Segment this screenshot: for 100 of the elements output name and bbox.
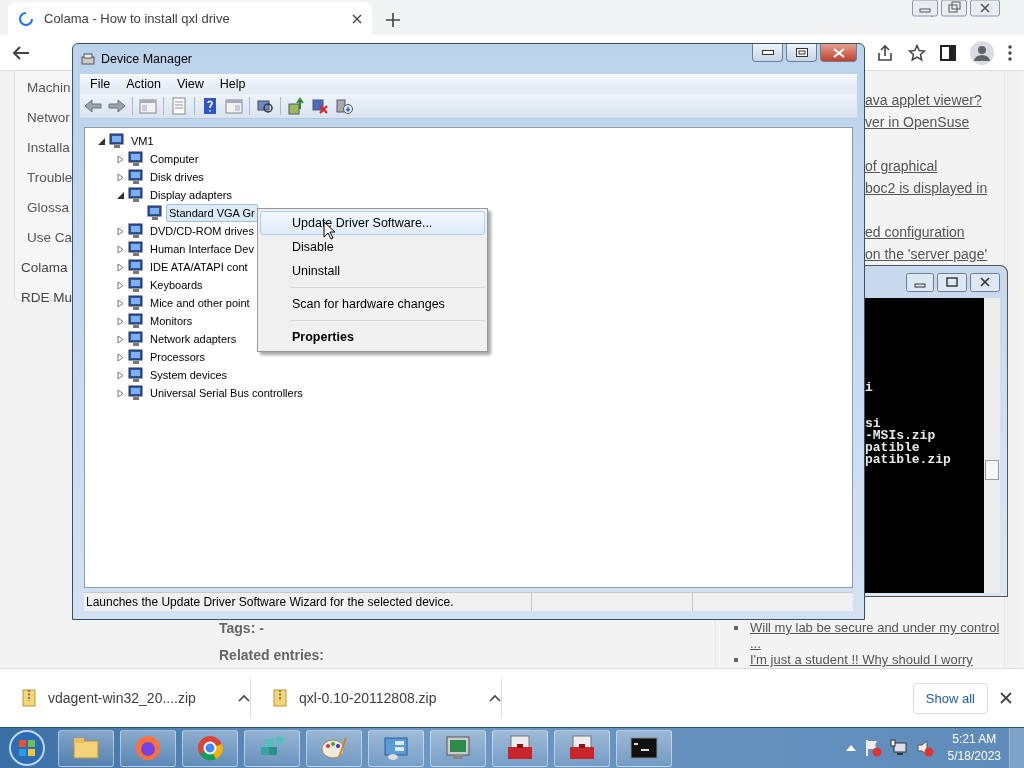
tree-item[interactable]: Disk drives (147, 168, 207, 186)
restore-icon[interactable] (941, 0, 967, 17)
menu-item[interactable]: Update Driver Software... (260, 211, 485, 235)
scroll-thumb[interactable] (985, 460, 999, 480)
clock-time[interactable]: 5:21 AM (952, 731, 997, 748)
close-icon[interactable] (970, 0, 1000, 17)
sidebar-link[interactable]: Trouble (27, 169, 73, 187)
close-icon[interactable] (970, 272, 1000, 292)
expand-arrow-icon[interactable] (116, 244, 125, 254)
star-icon[interactable] (908, 43, 926, 62)
tree-item[interactable]: Network adapters (147, 330, 240, 348)
article-link[interactable]: on the 'server page' (865, 243, 1004, 265)
expand-arrow-icon[interactable] (116, 370, 125, 380)
help-icon[interactable] (201, 97, 219, 115)
article-link[interactable]: ver in OpenSuse (865, 111, 1004, 133)
expand-arrow-icon[interactable] (116, 316, 125, 326)
sidebar-link[interactable]: Use Ca (27, 229, 72, 247)
profile-icon[interactable] (970, 40, 994, 65)
tree-item[interactable]: Human Interface Dev (147, 240, 257, 258)
article-link[interactable]: boc2 is displayed in (865, 177, 1004, 199)
expand-arrow-icon[interactable] (116, 262, 125, 272)
maximize-icon[interactable] (937, 272, 967, 292)
minimize-icon[interactable] (906, 272, 934, 292)
tree-item[interactable]: VM1 (128, 132, 157, 150)
expand-arrow-icon[interactable] (116, 352, 125, 362)
sidebar-link[interactable]: Machin (27, 79, 71, 97)
article-link[interactable]: Will my lab be secure and under my control ... (750, 620, 1000, 652)
menu-item[interactable]: Uninstall (260, 259, 485, 283)
back-icon[interactable] (12, 44, 30, 61)
article-link[interactable]: ava applet viewer? (865, 89, 1004, 111)
minimize-icon[interactable] (912, 0, 938, 17)
expand-arrow-icon[interactable] (116, 388, 125, 398)
caret-icon[interactable] (238, 694, 250, 702)
caret-icon[interactable] (489, 694, 501, 702)
collapse-arrow-icon[interactable] (116, 190, 125, 200)
close-button[interactable] (820, 44, 857, 62)
speaker-muted-icon[interactable] (915, 739, 934, 757)
tree-item[interactable]: Mice and other point (147, 294, 253, 312)
expand-arrow-icon[interactable] (116, 226, 125, 236)
minimize-icon (761, 50, 774, 55)
new-tab-icon[interactable] (386, 13, 400, 27)
close-icon[interactable] (1000, 692, 1012, 704)
tree-item[interactable]: Display adapters (147, 186, 235, 204)
expand-arrow-icon[interactable] (116, 334, 125, 344)
enable-icon[interactable] (335, 97, 353, 115)
article-link[interactable]: I'm just a student !! Why should I worry (750, 652, 1000, 668)
tree-item[interactable]: IDE ATA/ATAPI cont (147, 258, 251, 276)
zip-file-icon[interactable] (273, 689, 287, 707)
tree-item[interactable]: Processors (147, 348, 209, 366)
flag-warning-icon[interactable] (863, 739, 882, 757)
tray-arrow-icon[interactable] (845, 745, 856, 751)
zip-file-icon[interactable] (22, 689, 36, 707)
sidebar-link[interactable]: Installa (27, 139, 70, 157)
tree-item[interactable]: Monitors (147, 312, 196, 330)
menu-item[interactable]: Properties (260, 325, 485, 349)
sidebar-heading[interactable]: Colama (21, 259, 68, 277)
show-all-button[interactable]: Show all (912, 682, 988, 714)
menu-item[interactable]: File (82, 77, 119, 91)
scrollbar[interactable] (984, 298, 1000, 593)
menu-item[interactable]: Action (118, 77, 169, 91)
panel-icon[interactable] (139, 97, 157, 115)
tree-item[interactable]: Universal Serial Bus controllers (147, 384, 306, 402)
bullet-icon (734, 626, 738, 630)
uninstall-icon[interactable] (311, 97, 329, 115)
tree-item[interactable]: DVD/CD-ROM drives (147, 222, 257, 240)
sidebar-heading[interactable]: RDE Mu (21, 289, 72, 307)
sidebar-link[interactable]: Networ (27, 109, 70, 127)
side-panel-icon[interactable] (940, 44, 956, 61)
article-link[interactable]: ed configuration (865, 221, 1004, 243)
view-icon[interactable] (225, 97, 243, 115)
share-icon[interactable] (876, 43, 894, 62)
collapse-arrow-icon[interactable] (97, 136, 106, 146)
start-button[interactable] (8, 729, 46, 767)
taskbar-button[interactable] (616, 729, 672, 767)
expand-arrow-icon[interactable] (116, 154, 125, 164)
tree-item[interactable]: System devices (147, 366, 231, 384)
browser-tab[interactable]: Colama - How to install qxl drive (8, 2, 372, 35)
menu-item[interactable]: Help (211, 77, 254, 91)
menu-item[interactable]: Disable (260, 235, 485, 259)
update-driver-icon[interactable] (287, 97, 305, 115)
menu-item[interactable]: View (168, 77, 212, 91)
article-link[interactable]: of graphical (865, 155, 1004, 177)
tree-item[interactable]: Keyboards (147, 276, 206, 294)
expand-arrow-icon[interactable] (116, 280, 125, 290)
tree-item[interactable]: Standard VGA Gr (166, 204, 258, 222)
maximize-button[interactable] (786, 44, 817, 62)
forward-icon[interactable] (108, 97, 126, 115)
close-icon[interactable] (352, 13, 362, 24)
expand-arrow-icon[interactable] (116, 172, 125, 182)
expand-arrow-icon[interactable] (116, 298, 125, 308)
download-name[interactable]: qxl-0.10-20112808.zip (299, 690, 477, 706)
menu-item[interactable]: Scan for hardware changes (260, 292, 485, 316)
scan-icon[interactable] (256, 97, 274, 115)
sidebar-link[interactable]: Glossa (27, 199, 70, 217)
clock-date[interactable]: 5/18/2023 (947, 748, 1001, 765)
tree-item[interactable]: Computer (147, 150, 202, 168)
menu-icon[interactable] (1008, 44, 1012, 61)
minimize-button[interactable] (752, 44, 783, 62)
network-icon[interactable] (889, 739, 908, 757)
download-name[interactable]: vdagent-win32_20....zip (48, 690, 226, 706)
